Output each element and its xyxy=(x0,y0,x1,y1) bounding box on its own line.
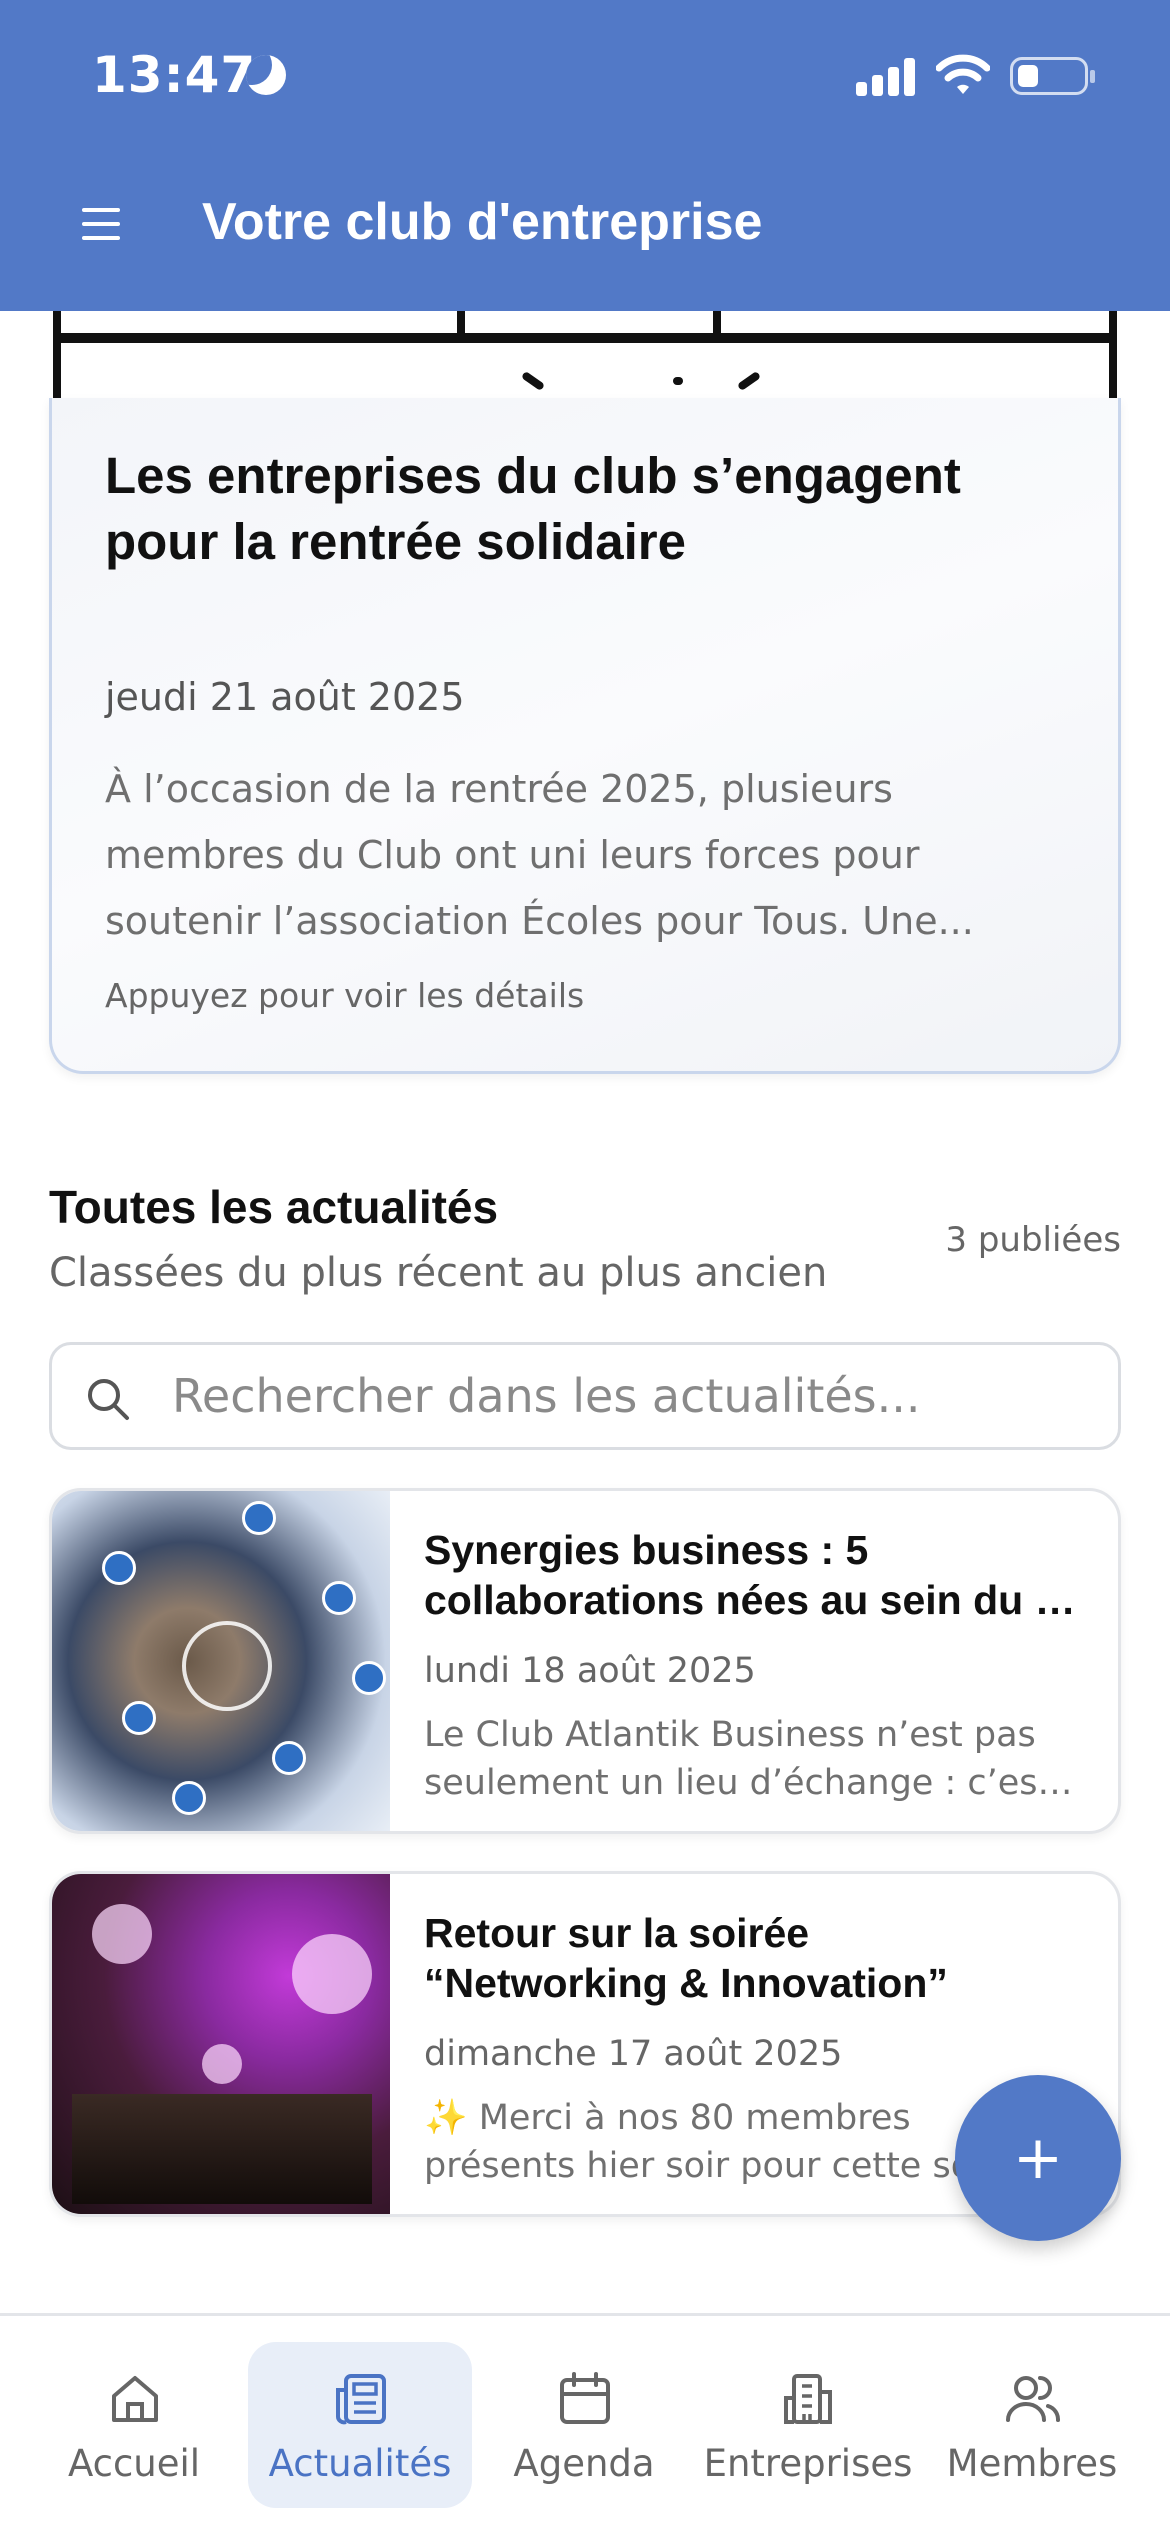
cellular-signal-icon xyxy=(856,56,916,96)
nav-label: Agenda xyxy=(513,2442,655,2485)
nav-label: Accueil xyxy=(67,2442,201,2485)
add-news-button[interactable]: + xyxy=(955,2075,1121,2241)
news-excerpt: Le Club Atlantik Business n’est pas seul… xyxy=(424,1715,1084,1803)
nav-label: Membres xyxy=(946,2442,1118,2485)
home-icon xyxy=(112,2376,158,2422)
wifi-icon xyxy=(936,54,990,94)
nav-item-actualites[interactable]: Actualités xyxy=(248,2342,472,2508)
news-count: 3 publiées xyxy=(945,1220,1121,1260)
news-date: lundi 18 août 2025 xyxy=(424,1651,756,1691)
building-icon xyxy=(784,2374,832,2424)
search-bar xyxy=(49,1342,1121,1450)
nav-label: Actualités xyxy=(268,2442,452,2485)
bottom-navigation: Accueil Actualités Agenda Entreprises Me… xyxy=(0,2313,1170,2532)
news-title: Synergies business : 5 collaborations né… xyxy=(424,1527,1094,1623)
battery-icon xyxy=(1010,57,1095,95)
news-title: Retour sur la soirée “Networking & Innov… xyxy=(424,1910,948,2006)
featured-date: jeudi 21 août 2025 xyxy=(105,675,465,719)
featured-news-card[interactable]: Les entreprises du club s’engagent pour … xyxy=(49,398,1121,1074)
menu-icon[interactable] xyxy=(82,208,122,242)
app-header: 13:47 Votre club d'entreprise xyxy=(0,0,1170,311)
nav-item-accueil[interactable]: Accueil xyxy=(22,2342,246,2508)
calendar-icon xyxy=(560,2372,610,2424)
section-title: Toutes les actualités xyxy=(49,1181,499,1233)
status-time: 13:47 xyxy=(92,46,257,104)
search-input[interactable] xyxy=(172,1363,1092,1429)
featured-image xyxy=(53,311,1117,399)
nav-item-entreprises[interactable]: Entreprises xyxy=(696,2342,920,2508)
news-card[interactable]: Synergies business : 5 collaborations né… xyxy=(49,1488,1121,1834)
users-icon xyxy=(1006,2376,1060,2422)
featured-title: Les entreprises du club s’engagent pour … xyxy=(105,447,961,570)
nav-label: Entreprises xyxy=(703,2442,913,2485)
newspaper-icon xyxy=(336,2374,386,2425)
section-subtitle: Classées du plus récent au plus ancien xyxy=(49,1250,828,1296)
news-thumbnail-hands-network xyxy=(52,1491,390,1831)
featured-hint: Appuyez pour voir les détails xyxy=(105,976,585,1015)
news-screen: 13:47 Votre club d'entreprise Les entrep… xyxy=(0,0,1170,2532)
nav-item-membres[interactable]: Membres xyxy=(920,2342,1144,2508)
news-thumbnail-evening-party xyxy=(52,1874,390,2214)
moon-icon xyxy=(246,55,286,95)
featured-excerpt: À l’occasion de la rentrée 2025, plusieu… xyxy=(105,767,974,943)
news-date: dimanche 17 août 2025 xyxy=(424,2034,843,2074)
nav-item-agenda[interactable]: Agenda xyxy=(472,2342,696,2508)
page-title: Votre club d'entreprise xyxy=(202,193,763,251)
search-icon xyxy=(88,1379,129,1420)
plus-icon: + xyxy=(1012,2123,1064,2193)
